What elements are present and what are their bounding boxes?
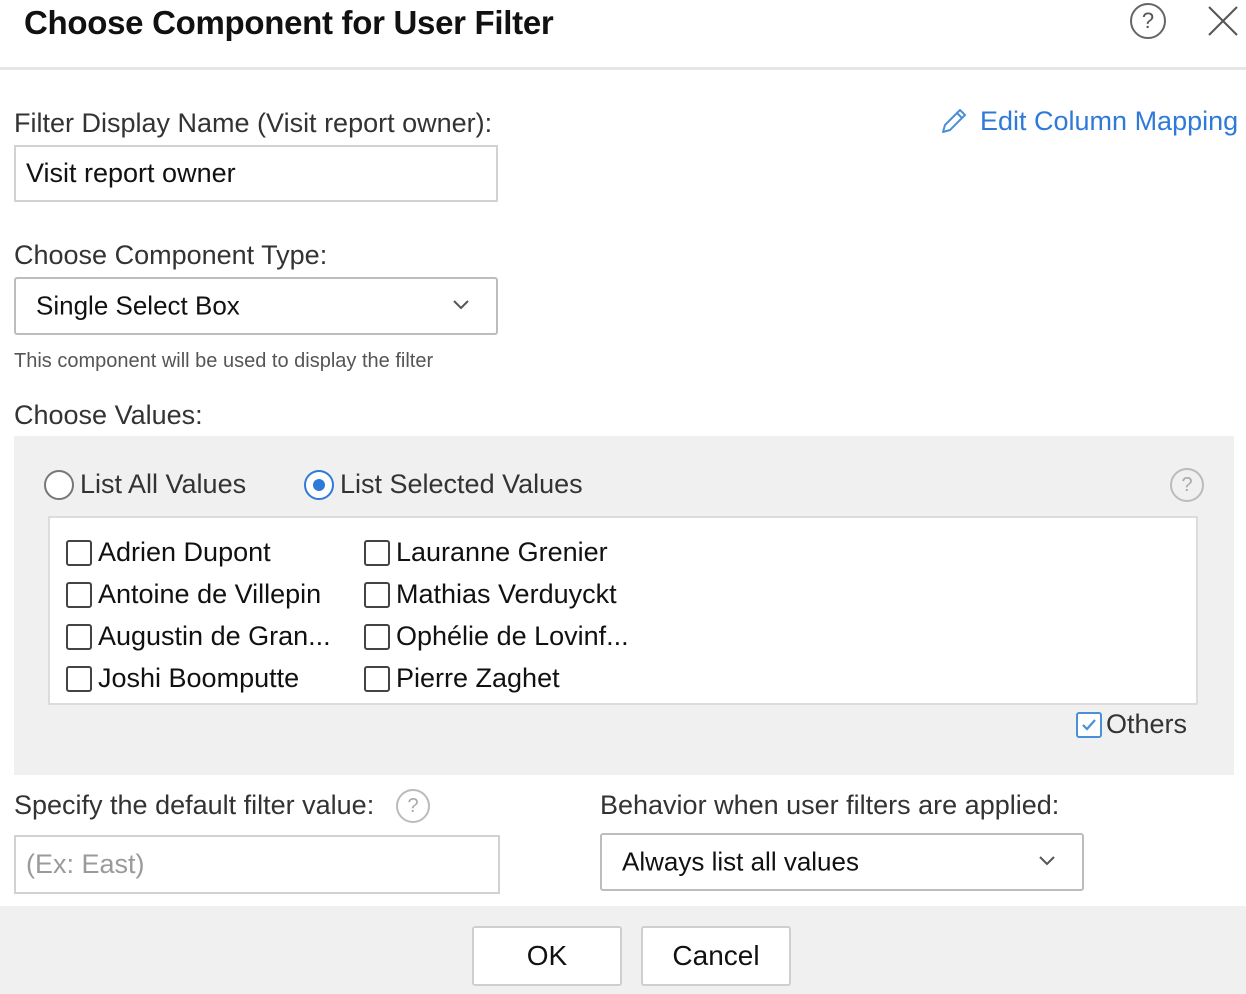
checkbox[interactable] — [66, 539, 92, 566]
display-name-input[interactable] — [14, 145, 498, 202]
radio-button-selected[interactable] — [304, 469, 334, 500]
dialog-header: Choose Component for User Filter ? — [0, 0, 1246, 70]
checkmark-icon — [1082, 718, 1096, 731]
value-item-label: Mathias Verduyckt — [396, 579, 617, 609]
close-icon[interactable] — [1206, 4, 1240, 38]
behavior-value: Always list all values — [622, 846, 859, 877]
cancel-button[interactable]: Cancel — [641, 926, 791, 986]
choose-component-dialog: Choose Component for User Filter ? Filte… — [0, 0, 1246, 994]
chevron-down-icon — [1039, 856, 1055, 866]
pencil-icon — [942, 109, 966, 133]
values-panel: List All Values List Selected Values ? A… — [14, 436, 1234, 775]
radio-button[interactable] — [44, 469, 74, 500]
default-value-input[interactable] — [14, 835, 500, 894]
checkbox[interactable] — [364, 539, 390, 566]
help-icon[interactable]: ? — [1130, 3, 1166, 39]
radio-list-selected-label: List Selected Values — [340, 469, 583, 499]
help-icon[interactable]: ? — [396, 789, 430, 823]
value-item-label: Joshi Boomputte — [98, 663, 300, 693]
value-item-label: Lauranne Grenier — [396, 537, 608, 567]
default-value-label: Specify the default filter value: — [14, 790, 375, 820]
value-item[interactable]: Ophélie de Lovinf... — [364, 621, 629, 652]
value-item[interactable]: Mathias Verduyckt — [364, 579, 617, 610]
value-item[interactable]: Antoine de Villepin — [66, 579, 321, 610]
value-item-label: Ophélie de Lovinf... — [396, 621, 629, 651]
radio-list-all-label: List All Values — [80, 469, 247, 499]
dialog-footer: OK Cancel — [0, 906, 1246, 994]
values-list: Adrien Dupont Antoine de Villepin August… — [48, 516, 1198, 705]
value-item[interactable]: Lauranne Grenier — [364, 537, 608, 568]
value-item[interactable]: Joshi Boomputte — [66, 663, 299, 694]
chevron-down-icon — [453, 300, 469, 310]
others-checkbox[interactable] — [1076, 711, 1102, 738]
checkbox[interactable] — [364, 623, 390, 650]
others-label: Others — [1106, 709, 1188, 739]
behavior-label: Behavior when user filters are applied: — [600, 790, 1060, 820]
dialog-title: Choose Component for User Filter — [24, 4, 554, 41]
value-item-label: Augustin de Gran... — [98, 621, 331, 651]
value-item[interactable]: Pierre Zaghet — [364, 663, 560, 694]
checkbox[interactable] — [66, 581, 92, 608]
radio-list-selected-values[interactable]: List Selected Values — [304, 469, 583, 500]
help-icon[interactable]: ? — [1170, 468, 1204, 502]
component-type-label: Choose Component Type: — [14, 240, 328, 270]
radio-list-all-values[interactable]: List All Values — [44, 469, 246, 500]
others-option[interactable]: Others — [1076, 709, 1187, 740]
component-type-value: Single Select Box — [36, 290, 240, 321]
checkbox[interactable] — [364, 665, 390, 692]
choose-values-label: Choose Values: — [14, 400, 203, 430]
value-item[interactable]: Adrien Dupont — [66, 537, 271, 568]
value-item-label: Pierre Zaghet — [396, 663, 560, 693]
ok-button[interactable]: OK — [472, 926, 622, 986]
edit-column-mapping-link[interactable]: Edit Column Mapping — [938, 103, 1238, 139]
value-item[interactable]: Augustin de Gran... — [66, 621, 331, 652]
checkbox[interactable] — [66, 665, 92, 692]
value-item-label: Antoine de Villepin — [98, 579, 322, 609]
value-item-label: Adrien Dupont — [98, 537, 271, 567]
checkbox[interactable] — [66, 623, 92, 650]
checkbox[interactable] — [364, 581, 390, 608]
component-type-select[interactable]: Single Select Box — [14, 277, 498, 335]
display-name-label: Filter Display Name (Visit report owner)… — [14, 108, 493, 138]
edit-column-mapping-label: Edit Column Mapping — [980, 105, 1239, 136]
behavior-select[interactable]: Always list all values — [600, 833, 1084, 891]
component-type-hint: This component will be used to display t… — [14, 350, 434, 372]
